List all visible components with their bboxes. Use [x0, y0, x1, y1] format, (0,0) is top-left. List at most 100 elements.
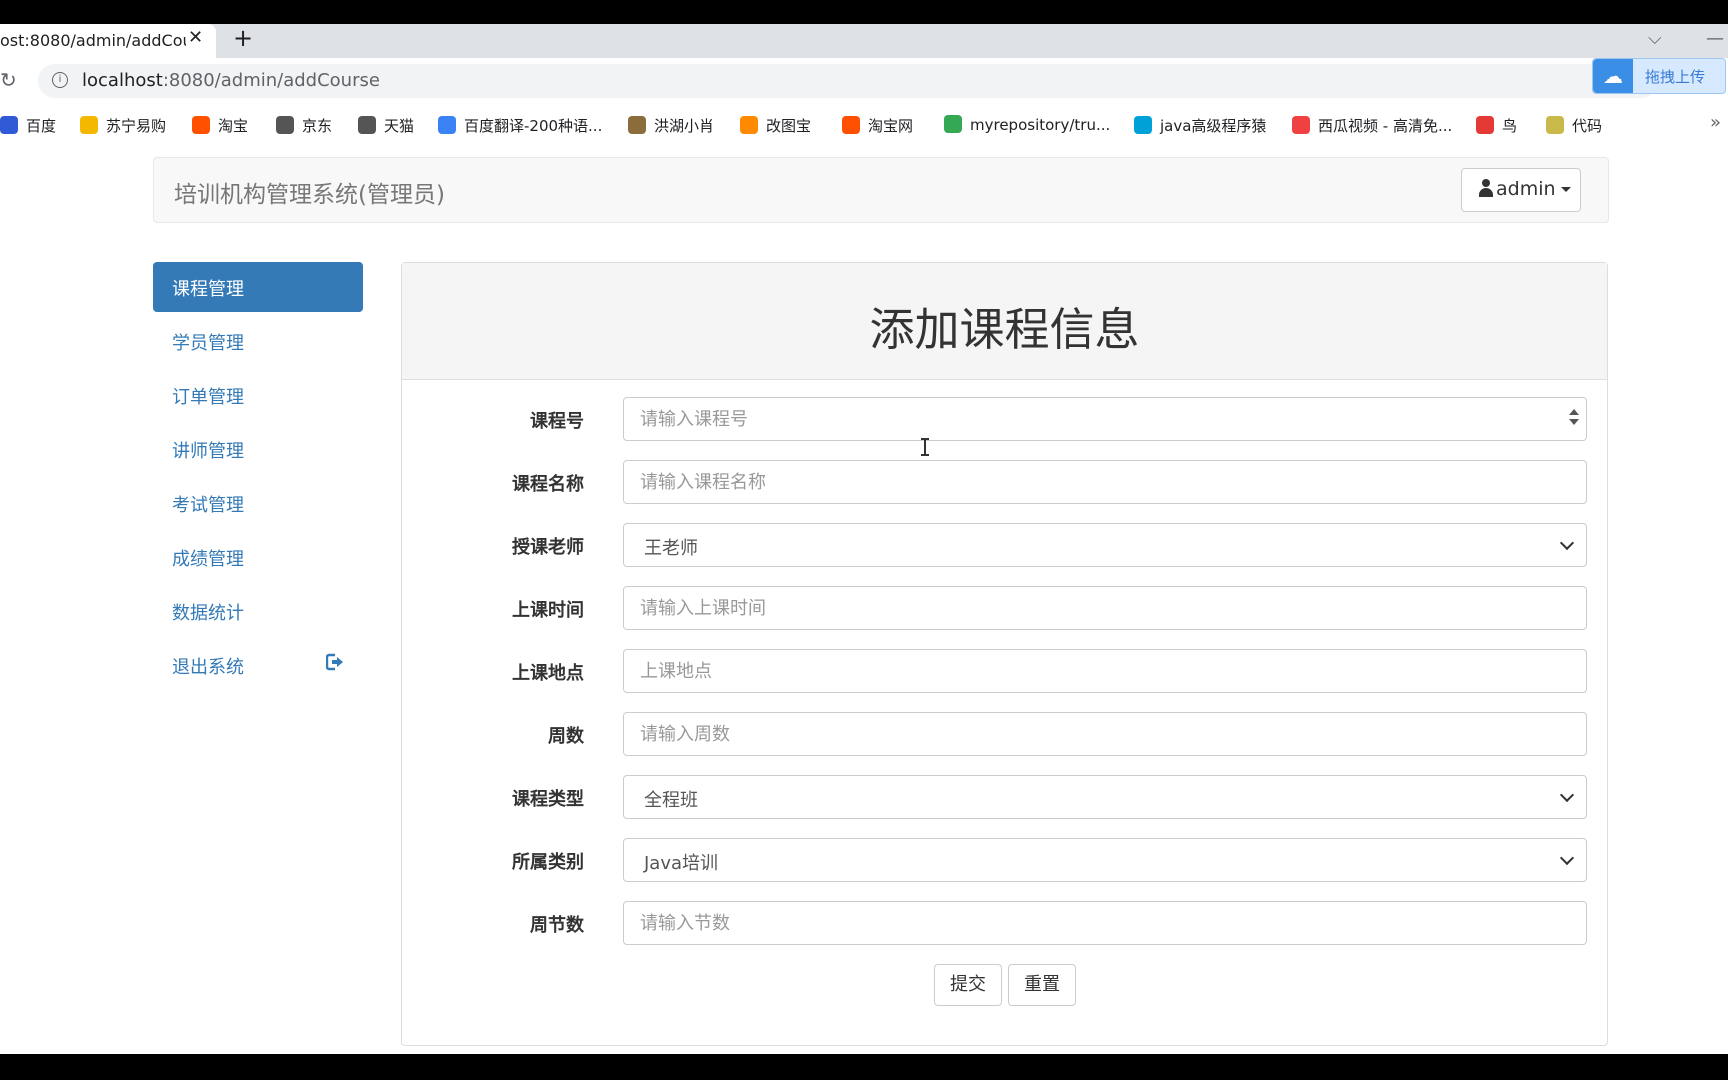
bookmark-item[interactable]: 苏宁易购: [80, 115, 166, 136]
number-spinner-icon[interactable]: [1567, 407, 1581, 429]
teacher-label: 授课老师: [512, 537, 584, 558]
time-label: 上课时间: [512, 600, 584, 621]
location-input[interactable]: [623, 649, 1587, 693]
time-input[interactable]: [623, 586, 1587, 630]
bookmark-label: 鸟: [1502, 117, 1518, 135]
bilibili-icon: [1134, 116, 1152, 134]
bookmark-label: 京东: [302, 117, 333, 135]
bookmark-label: 改图宝: [766, 117, 812, 135]
translate-icon: [438, 116, 456, 134]
bookmark-item[interactable]: 改图宝: [740, 115, 811, 136]
bookmark-item[interactable]: java高级程序猿: [1134, 115, 1266, 136]
more-bookmarks-icon[interactable]: »: [1710, 112, 1721, 133]
course-no-row: 课程号: [402, 397, 1607, 441]
teacher-select[interactable]: 王老师: [623, 523, 1587, 567]
sidebar-item[interactable]: 订单管理: [153, 370, 363, 420]
user-dropdown-button[interactable]: admin: [1461, 168, 1581, 212]
url-text: localhost:8080/admin/addCourse: [82, 70, 380, 91]
bookmark-label: 天猫: [384, 117, 415, 135]
category-select[interactable]: Java培训: [623, 838, 1587, 882]
baidu-paw-icon: [0, 116, 18, 134]
close-tab-icon[interactable]: ✕: [188, 27, 203, 48]
sidebar-item[interactable]: 讲师管理: [153, 424, 363, 474]
sidebar-nav: 课程管理 学员管理 订单管理讲师管理考试管理成绩管理数据统计退出系统: [153, 262, 363, 694]
course-type-select[interactable]: 全程班: [623, 775, 1587, 819]
bookmark-label: 淘宝网: [868, 117, 914, 135]
site-info-icon[interactable]: i: [52, 72, 68, 88]
tab-search-icon[interactable]: ⌵: [1648, 28, 1662, 49]
reset-button[interactable]: 重置: [1008, 964, 1076, 1006]
cloud-icon: ☁: [1593, 59, 1633, 93]
sidebar-item-label: 考试管理: [172, 495, 244, 516]
gaitubao-icon: [740, 116, 758, 134]
chevron-down-icon: [1559, 787, 1575, 803]
web-page: 培训机构管理系统(管理员) admin 课程管理 学员管理 订单管理讲师管理考试管理…: [0, 146, 1728, 1054]
time-row: 上课时间: [402, 586, 1607, 630]
submit-button[interactable]: 提交: [934, 964, 1002, 1006]
bookmark-item[interactable]: 淘宝: [192, 115, 248, 136]
sidebar-item[interactable]: 成绩管理: [153, 532, 363, 582]
sidebar-item-label: 成绩管理: [172, 549, 244, 570]
sidebar-item[interactable]: 考试管理: [153, 478, 363, 528]
bookmark-item[interactable]: 鸟: [1476, 115, 1517, 136]
teacher-selected-value: 王老师: [644, 538, 698, 559]
taobao-icon: [842, 116, 860, 134]
bookmarks-bar: » 百度 苏宁易购 淘宝 京东 天猫 百度翻译-200种语... 洪湖小肖 改图宝 淘宝网 myr…: [0, 104, 1728, 147]
course-name-input[interactable]: [623, 460, 1587, 504]
bookmark-item[interactable]: 百度翻译-200种语...: [438, 115, 602, 136]
new-tab-icon[interactable]: +: [233, 24, 253, 52]
course-type-selected-value: 全程班: [644, 790, 698, 811]
category-row: 所属类别 Java培训: [402, 838, 1607, 882]
sidebar-item[interactable]: 退出系统: [153, 640, 363, 690]
bird-icon: [628, 116, 646, 134]
browser-tab[interactable]: ost:8080/admin/addCou ✕: [0, 24, 216, 58]
bookmark-item[interactable]: 天猫: [358, 115, 414, 136]
browser-toolbar: ↻ i localhost:8080/admin/addCourse ☁ 拖拽上…: [0, 58, 1728, 104]
bookmark-item[interactable]: 淘宝网: [842, 115, 913, 136]
address-bar[interactable]: i localhost:8080/admin/addCourse: [38, 64, 1658, 98]
bookmark-item[interactable]: 洪湖小肖: [628, 115, 714, 136]
sidebar-item-label: 讲师管理: [172, 441, 244, 462]
sidebar-item-label: 退出系统: [172, 657, 244, 678]
chrome-icon: [944, 115, 962, 133]
browser-window: ost:8080/admin/addCou ✕ + ⌵ — ↻ i localh…: [0, 24, 1728, 1054]
location-label: 上课地点: [512, 663, 584, 684]
sidebar-item[interactable]: 课程管理: [153, 262, 363, 312]
bookmark-label: myrepository/tru...: [970, 116, 1111, 134]
minimize-icon[interactable]: —: [1706, 28, 1724, 49]
weeks-row: 周数: [402, 712, 1607, 756]
bookmark-item[interactable]: 代码: [1546, 115, 1602, 136]
bookmark-item[interactable]: myrepository/tru...: [944, 115, 1110, 134]
chevron-down-icon: [1559, 535, 1575, 551]
course-no-label: 课程号: [530, 411, 584, 432]
url-host: localhost: [82, 70, 163, 91]
bookmark-label: 百度翻译-200种语...: [464, 117, 603, 135]
suning-lion-icon: [80, 116, 98, 134]
user-icon: [1478, 179, 1494, 197]
bird-red-icon: [1476, 116, 1494, 134]
bookmark-item[interactable]: 西瓜视频 - 高清免...: [1292, 115, 1452, 136]
sessions-input[interactable]: [623, 901, 1587, 945]
drag-upload-widget[interactable]: ☁ 拖拽上传: [1592, 58, 1726, 94]
reload-icon[interactable]: ↻: [0, 68, 17, 92]
location-row: 上课地点: [402, 649, 1607, 693]
brand-title[interactable]: 培训机构管理系统(管理员): [174, 175, 445, 209]
caret-down-icon: [1560, 187, 1571, 192]
drag-upload-label: 拖拽上传: [1645, 68, 1706, 86]
sidebar-item-label: 数据统计: [172, 603, 244, 624]
sessions-row: 周节数: [402, 901, 1607, 945]
text-cursor-icon: [921, 438, 929, 456]
course-no-input[interactable]: [623, 397, 1587, 441]
top-navbar: 培训机构管理系统(管理员) admin: [153, 157, 1609, 223]
weeks-input[interactable]: [623, 712, 1587, 756]
bookmark-item[interactable]: 百度: [0, 115, 56, 136]
sidebar-item[interactable]: 数据统计: [153, 586, 363, 636]
category-selected-value: Java培训: [644, 853, 719, 874]
bookmark-label: 苏宁易购: [106, 117, 167, 135]
course-type-row: 课程类型 全程班: [402, 775, 1607, 819]
user-name: admin: [1496, 178, 1556, 200]
tab-title: ost:8080/admin/addCou: [0, 31, 186, 50]
bookmark-item[interactable]: 京东: [276, 115, 332, 136]
sidebar-item[interactable]: 学员管理: [153, 316, 363, 366]
globe-icon: [276, 116, 294, 134]
